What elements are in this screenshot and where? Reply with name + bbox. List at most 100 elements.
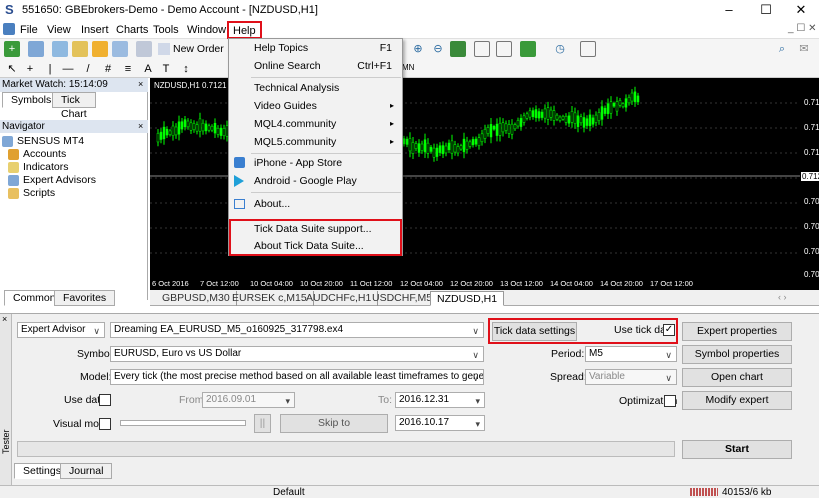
- navigator-icon[interactable]: [92, 41, 108, 57]
- expert-select[interactable]: Dreaming EA_EURUSD_M5_o160925_317798.ex4…: [110, 322, 484, 338]
- search-icon[interactable]: ⌕: [774, 41, 790, 57]
- trendline-icon[interactable]: /: [80, 61, 96, 77]
- candle-body: [630, 92, 634, 102]
- tester-icon[interactable]: [136, 41, 152, 57]
- chart-tab-usdchf[interactable]: USDCHF,M5: [366, 291, 440, 306]
- timeframe-mn[interactable]: MN: [402, 63, 414, 72]
- price-label: 0.70760: [804, 222, 819, 231]
- symbol-select[interactable]: EURUSD, Euro vs US Dollar ∨: [110, 346, 484, 362]
- tab-journal[interactable]: Journal: [60, 463, 113, 479]
- menu-item-mql5-community[interactable]: MQL5.community ▸: [229, 133, 402, 151]
- new-order-button[interactable]: New Order: [158, 41, 228, 57]
- text-icon[interactable]: A: [140, 61, 156, 77]
- navigator-item-accounts[interactable]: Accounts: [8, 148, 66, 161]
- chart-tab-gbpusd[interactable]: GBPUSD,M30: [156, 291, 237, 306]
- fibonacci-icon[interactable]: ≡: [120, 61, 136, 77]
- visual-mode-checkbox[interactable]: [99, 418, 111, 430]
- use-tick-data-checkbox[interactable]: ✓: [663, 324, 675, 336]
- start-button[interactable]: Start: [682, 440, 792, 459]
- navigator-root[interactable]: SENSUS MT4: [2, 135, 84, 148]
- text-label-icon[interactable]: T: [158, 61, 174, 77]
- tab-favorites[interactable]: Favorites: [54, 290, 116, 306]
- chat-icon[interactable]: ✉: [796, 41, 812, 57]
- spread-select[interactable]: Variable ∨: [585, 369, 677, 385]
- maximize-button[interactable]: ☐: [748, 0, 784, 20]
- navigator-item-scripts[interactable]: Scripts: [8, 187, 55, 200]
- menu-item-label: MQL4.community: [254, 118, 337, 130]
- use-date-checkbox[interactable]: [99, 394, 111, 406]
- templates-icon[interactable]: [580, 41, 596, 57]
- candle-body: [558, 116, 562, 121]
- zoom-out-icon[interactable]: ⊖: [430, 41, 446, 57]
- tab-scroll-arrows[interactable]: ‹ ›: [778, 292, 787, 302]
- menu-help[interactable]: Help: [227, 21, 262, 39]
- close-button[interactable]: ✕: [783, 0, 819, 20]
- menu-item-mql4-community[interactable]: MQL4.community ▸: [229, 115, 402, 133]
- chart-shift-icon[interactable]: [474, 41, 490, 57]
- tester-close-icon[interactable]: ×: [2, 314, 7, 324]
- candle-body: [456, 146, 460, 154]
- minimize-button[interactable]: –: [711, 0, 747, 20]
- navigator-item-expert-advisors[interactable]: Expert Advisors: [8, 174, 96, 187]
- from-date-input[interactable]: 2016.09.01 ▾: [202, 392, 295, 408]
- autoscroll-icon[interactable]: [496, 41, 512, 57]
- tile-windows-icon[interactable]: [450, 41, 466, 57]
- tick-data-settings-button[interactable]: Tick data settings: [492, 322, 577, 341]
- menu-window[interactable]: Window: [183, 22, 230, 38]
- horizontal-line-icon[interactable]: —: [60, 61, 76, 77]
- new-chart-icon[interactable]: +: [4, 41, 20, 57]
- candle-body: [606, 103, 610, 115]
- skip-to-date-input[interactable]: 2016.10.17 ▾: [395, 415, 485, 431]
- expert-properties-button[interactable]: Expert properties: [682, 322, 792, 341]
- menu-item-iphone-app-store[interactable]: iPhone - App Store: [229, 154, 402, 172]
- skip-to-button[interactable]: Skip to: [280, 414, 388, 433]
- candle-body: [519, 118, 523, 127]
- menu-tools[interactable]: Tools: [149, 22, 183, 38]
- data-window-icon[interactable]: [72, 41, 88, 57]
- zoom-in-icon[interactable]: ⊕: [410, 41, 426, 57]
- arrows-icon[interactable]: ↕: [178, 61, 194, 77]
- menu-item-tick-data-support[interactable]: Tick Data Suite support...: [229, 220, 402, 238]
- menu-file[interactable]: File: [16, 22, 42, 38]
- menu-view[interactable]: View: [43, 22, 75, 38]
- tester-mode-select[interactable]: Expert Advisor ∨: [17, 322, 105, 338]
- menu-item-about-tick-data-suite[interactable]: About Tick Data Suite...: [229, 237, 402, 255]
- indicators-icon[interactable]: [520, 41, 536, 57]
- menu-item-help-topics[interactable]: Help Topics F1: [229, 39, 402, 57]
- channel-icon[interactable]: #: [100, 61, 116, 77]
- terminal-icon[interactable]: [112, 41, 128, 57]
- tab-tick-chart[interactable]: Tick Chart: [52, 92, 96, 120]
- modify-expert-button[interactable]: Modify expert: [682, 391, 792, 410]
- crosshair-icon[interactable]: +: [22, 61, 38, 77]
- menu-item-shortcut: Ctrl+F1: [357, 60, 392, 72]
- cursor-icon[interactable]: ↖: [4, 61, 20, 77]
- navigator-item-indicators[interactable]: Indicators: [8, 161, 69, 174]
- visual-speed-slider[interactable]: [120, 420, 246, 426]
- vertical-line-icon[interactable]: |: [42, 61, 58, 77]
- profiles-icon[interactable]: [28, 41, 44, 57]
- menu-item-about[interactable]: About...: [229, 195, 402, 213]
- candle-body: [486, 127, 490, 134]
- navigator-close-icon[interactable]: ×: [138, 121, 143, 131]
- menu-item-online-search[interactable]: Online Search Ctrl+F1: [229, 57, 402, 75]
- toolbar-main: + New Order ⊕ ⊖ ◷ ⌕ ✉: [0, 39, 819, 59]
- symbol-properties-button[interactable]: Symbol properties: [682, 345, 792, 364]
- menu-charts[interactable]: Charts: [112, 22, 152, 38]
- period-select[interactable]: M5 ∨: [585, 346, 677, 362]
- chart-tab-nzdusd[interactable]: NZDUSD,H1: [430, 291, 505, 306]
- menu-item-android-google-play[interactable]: Android - Google Play: [229, 172, 402, 190]
- candle-body: [195, 124, 199, 132]
- pause-button[interactable]: ||: [254, 414, 271, 433]
- mdi-controls[interactable]: _ ☐ ✕: [788, 23, 816, 34]
- market-watch-close-icon[interactable]: ×: [138, 79, 143, 89]
- candle-body: [165, 128, 169, 136]
- model-select[interactable]: Every tick (the most precise method base…: [110, 369, 484, 385]
- market-watch-icon[interactable]: [52, 41, 68, 57]
- menu-insert[interactable]: Insert: [77, 22, 113, 38]
- menu-item-video-guides[interactable]: Video Guides ▸: [229, 97, 402, 115]
- open-chart-button[interactable]: Open chart: [682, 368, 792, 387]
- to-date-input[interactable]: 2016.12.31 ▾: [395, 392, 485, 408]
- menu-item-technical-analysis[interactable]: Technical Analysis: [229, 79, 402, 97]
- optimization-checkbox[interactable]: [664, 395, 676, 407]
- periods-icon[interactable]: ◷: [552, 41, 568, 57]
